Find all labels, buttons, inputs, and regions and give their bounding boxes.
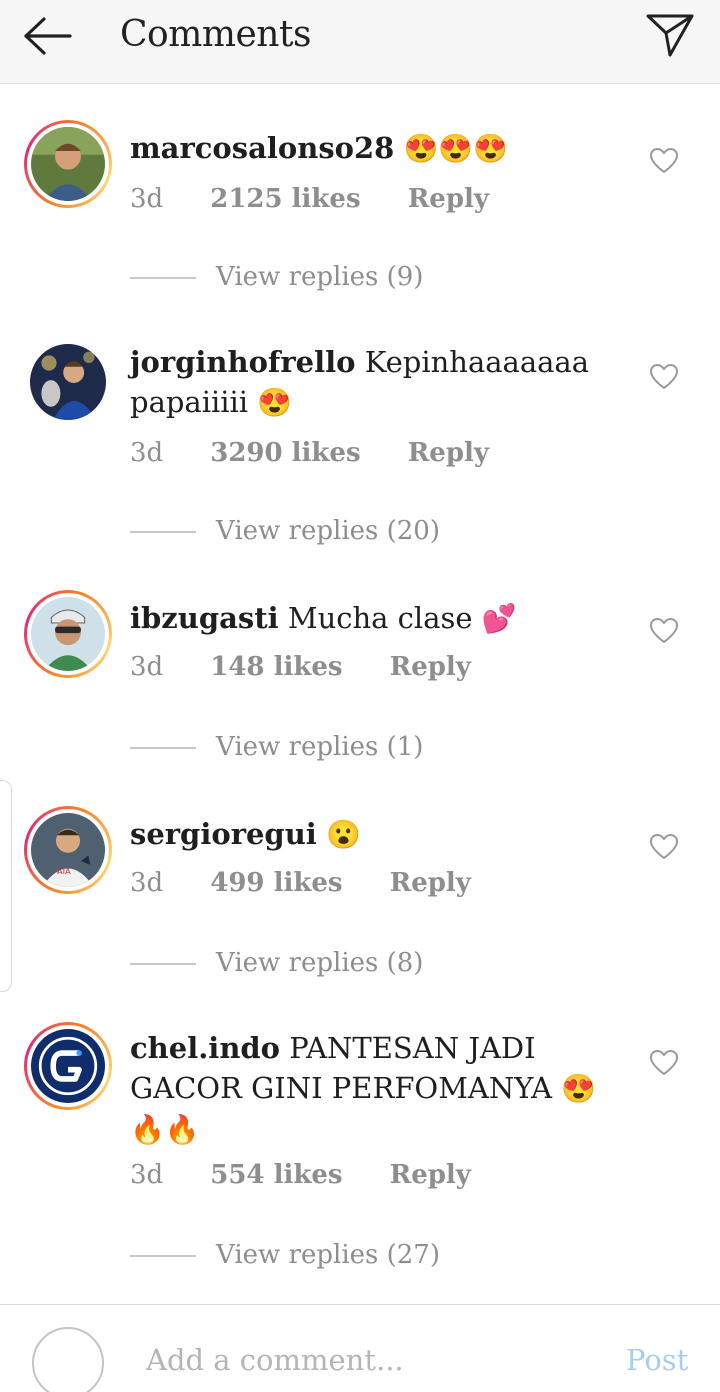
- svg-text:AIA: AIA: [57, 866, 71, 876]
- post-button[interactable]: Post: [626, 1343, 688, 1377]
- view-replies-label: View replies (8): [216, 948, 424, 978]
- reply-button[interactable]: Reply: [390, 1160, 471, 1190]
- reply-button[interactable]: Reply: [408, 438, 489, 468]
- comment-username[interactable]: ibzugasti: [130, 601, 279, 635]
- story-ring[interactable]: [24, 590, 112, 678]
- story-ring[interactable]: [24, 120, 112, 208]
- view-replies-button[interactable]: View replies (27): [130, 1240, 440, 1270]
- view-replies-label: View replies (27): [216, 1240, 440, 1270]
- view-replies-label: View replies (20): [216, 516, 440, 546]
- comment-age: 3d: [130, 652, 164, 682]
- view-replies-button[interactable]: View replies (9): [130, 262, 423, 292]
- likes-count[interactable]: 2125 likes: [210, 184, 360, 214]
- comment-meta: 3d 2125 likes Reply: [130, 184, 489, 214]
- avatar-frame[interactable]: [30, 344, 106, 420]
- divider-line: [130, 531, 196, 533]
- divider-line: [130, 1255, 196, 1257]
- comment-age: 3d: [130, 1160, 164, 1190]
- story-ring[interactable]: AIA: [24, 806, 112, 894]
- comment-emoji: 😮: [326, 818, 361, 851]
- divider-line: [130, 963, 196, 965]
- comment-meta: 3d 554 likes Reply: [130, 1160, 471, 1190]
- avatar[interactable]: [31, 127, 105, 201]
- avatar[interactable]: AIA: [31, 813, 105, 887]
- reply-button[interactable]: Reply: [408, 184, 489, 214]
- reply-button[interactable]: Reply: [390, 652, 471, 682]
- comment-age: 3d: [130, 868, 164, 898]
- comment-age: 3d: [130, 438, 164, 468]
- heart-icon[interactable]: [650, 834, 678, 860]
- comment-meta: 3d 148 likes Reply: [130, 652, 471, 682]
- likes-count[interactable]: 554 likes: [210, 1160, 342, 1190]
- view-replies-button[interactable]: View replies (8): [130, 948, 423, 978]
- avatar[interactable]: [31, 597, 105, 671]
- comment-body: ibzugasti Mucha clase 💕: [130, 598, 600, 639]
- side-edge-handle[interactable]: [0, 780, 12, 992]
- heart-icon[interactable]: [650, 148, 678, 174]
- comment-body: chel.indo PANTESAN JADI GACOR GINI PERFO…: [130, 1028, 600, 1150]
- comment-meta: 3d 499 likes Reply: [130, 868, 471, 898]
- avatar[interactable]: [30, 344, 106, 420]
- comment-text: Mucha clase: [287, 601, 473, 635]
- comment-body: sergioregui 😮: [130, 814, 600, 855]
- page-title: Comments: [120, 14, 311, 55]
- likes-count[interactable]: 148 likes: [210, 652, 342, 682]
- comment-age: 3d: [130, 184, 164, 214]
- heart-icon[interactable]: [650, 1050, 678, 1076]
- story-ring[interactable]: [24, 1022, 112, 1110]
- comment-body: jorginhofrello Kepinhaaaaaaa papaiiiii 😍: [130, 342, 600, 423]
- comment-composer: Post: [0, 1304, 720, 1392]
- heart-icon[interactable]: [650, 618, 678, 644]
- share-button[interactable]: [644, 12, 696, 58]
- view-replies-label: View replies (9): [216, 262, 424, 292]
- comment-username[interactable]: chel.indo: [130, 1031, 280, 1065]
- view-replies-button[interactable]: View replies (20): [130, 516, 440, 546]
- top-bar: Comments: [0, 0, 720, 84]
- divider-line: [130, 277, 196, 279]
- view-replies-button[interactable]: View replies (1): [130, 732, 423, 762]
- comment-username[interactable]: marcosalonso28: [130, 131, 394, 165]
- paper-plane-icon: [646, 14, 694, 57]
- heart-icon[interactable]: [650, 364, 678, 390]
- current-user-avatar: [32, 1327, 104, 1392]
- likes-count[interactable]: 3290 likes: [210, 438, 360, 468]
- view-replies-label: View replies (1): [216, 732, 424, 762]
- arrow-left-icon: [24, 17, 72, 55]
- comment-username[interactable]: jorginhofrello: [130, 345, 356, 379]
- avatar[interactable]: [31, 1029, 105, 1103]
- back-button[interactable]: [20, 14, 76, 58]
- comment-emoji: 💕: [481, 602, 517, 635]
- comment-meta: 3d 3290 likes Reply: [130, 438, 489, 468]
- divider-line: [130, 747, 196, 749]
- likes-count[interactable]: 499 likes: [210, 868, 342, 898]
- comment-emoji: 😍😍😍: [403, 132, 509, 165]
- comment-emoji: 😍: [257, 386, 293, 419]
- comment-body: marcosalonso28 😍😍😍: [130, 128, 600, 169]
- reply-button[interactable]: Reply: [390, 868, 471, 898]
- add-comment-input[interactable]: [146, 1339, 586, 1381]
- comment-username[interactable]: sergioregui: [130, 817, 317, 851]
